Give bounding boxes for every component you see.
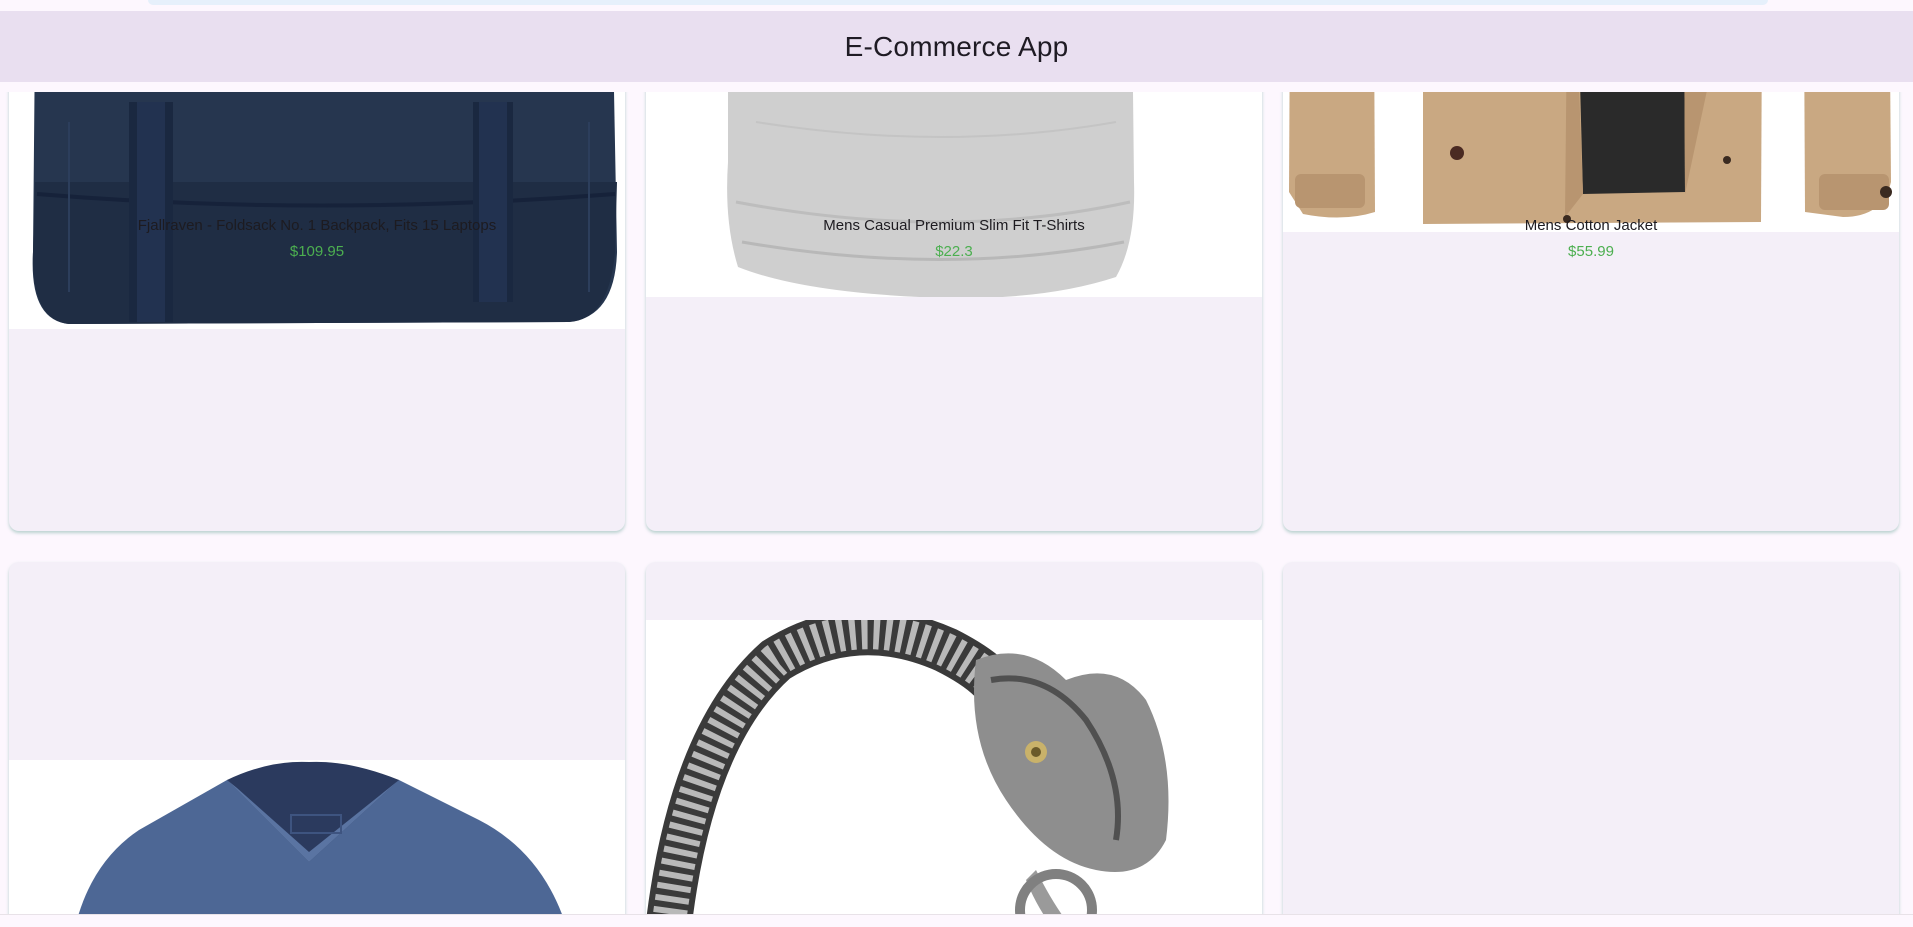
- tshirt-image: [646, 92, 1262, 297]
- vneck-shirt-image: [9, 760, 625, 914]
- product-title[interactable]: Mens Cotton Jacket: [1283, 217, 1899, 234]
- product-card[interactable]: Mens Cotton Jacket $55.99: [1283, 92, 1899, 531]
- product-price: $55.99: [1568, 243, 1614, 260]
- product-card[interactable]: Fjallraven - Foldsack No. 1 Backpack, Fi…: [9, 92, 625, 531]
- app-bar: E-Commerce App: [0, 11, 1913, 82]
- product-price: $22.3: [935, 243, 973, 260]
- backpack-image: [9, 92, 625, 329]
- product-price: $109.95: [289, 243, 345, 260]
- product-card[interactable]: [9, 562, 625, 914]
- top-strip: [148, 0, 1768, 5]
- product-title[interactable]: Mens Casual Premium Slim Fit T-Shirts: [646, 217, 1262, 234]
- dragon-bracelet-image: [646, 620, 1262, 914]
- app-title: E-Commerce App: [844, 30, 1069, 62]
- jacket-image: [1283, 92, 1899, 232]
- product-grid[interactable]: Fjallraven - Foldsack No. 1 Backpack, Fi…: [0, 92, 1913, 914]
- product-card[interactable]: [1283, 562, 1899, 914]
- product-card[interactable]: [646, 562, 1262, 914]
- product-card[interactable]: Mens Casual Premium Slim Fit T-Shirts $2…: [646, 92, 1262, 531]
- product-title[interactable]: Fjallraven - Foldsack No. 1 Backpack, Fi…: [9, 217, 625, 234]
- bottom-bar: [0, 914, 1913, 927]
